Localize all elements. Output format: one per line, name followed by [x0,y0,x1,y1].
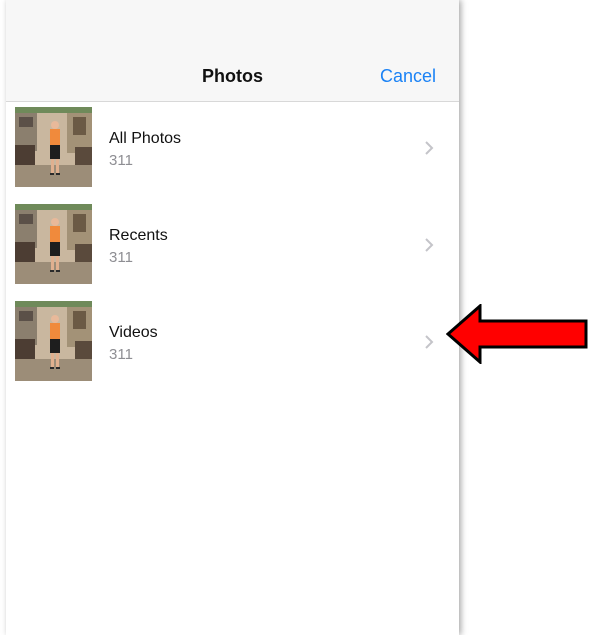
album-thumbnail [15,204,92,284]
photo-picker-screen: Photos Cancel All Photos 311 Recents 311… [6,0,459,635]
album-row-videos[interactable]: Videos 311 [6,296,459,393]
album-title: Recents [109,227,168,244]
arrow-left-icon [446,304,588,364]
album-row-recents[interactable]: Recents 311 [6,199,459,296]
navigation-bar: Photos Cancel [6,0,459,102]
cancel-button[interactable]: Cancel [380,66,436,87]
album-count: 311 [109,152,133,169]
album-title: Videos [109,324,158,341]
album-count: 311 [109,346,133,363]
chevron-right-icon [425,335,434,349]
album-title: All Photos [109,130,182,147]
album-count: 311 [109,249,133,266]
chevron-right-icon [425,238,434,252]
chevron-right-icon [425,141,434,155]
album-thumbnail [15,107,92,187]
album-row-all-photos[interactable]: All Photos 311 [6,102,459,199]
album-list: All Photos 311 Recents 311 Videos 311 [6,102,459,393]
album-thumbnail [15,301,92,381]
